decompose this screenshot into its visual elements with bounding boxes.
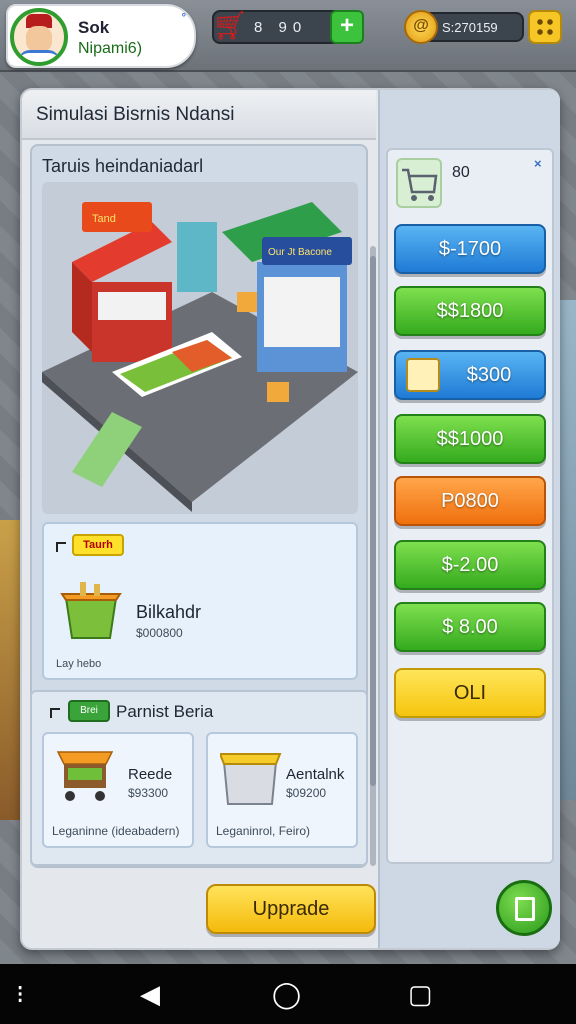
item-footer: Lay hebo [56,658,102,670]
nav-back-icon[interactable]: ◀ [140,980,160,1008]
partner-1-name: Reede [128,766,173,783]
add-cart-button[interactable]: + [330,10,364,44]
shop-button-6[interactable]: $-2.00 [394,540,546,590]
item-price: $000800 [136,626,183,640]
partner-badge: Brei [68,700,110,722]
coin-icon: @ [404,10,438,44]
partner-title: Parnist Beria [116,702,214,721]
partner-card-2[interactable]: Aentalnk $09200 Leganinrol, Feiro) [206,732,358,848]
dialog-title: Simulasi Bisrnis Ndansi [36,104,235,125]
partner-2-price: $09200 [286,786,327,800]
shop-button-1[interactable]: $-1700 [394,224,546,274]
shop-button-4[interactable]: $$1000 [394,414,546,464]
shop-button-7[interactable]: $ 8.00 [394,602,546,652]
shop-close-icon[interactable]: × [534,156,542,171]
supply-box-icon [218,748,282,808]
corner-bracket-icon [50,708,60,718]
avatar-shirt [18,50,60,62]
business-simulation-dialog: Simulasi Bisrnis Ndansi × Taruis heindan… [20,88,560,950]
partner-section: Brei Parnist Beria Reede $93300 Leganinn… [30,690,368,866]
shop-button-8[interactable]: OLI [394,668,546,718]
item-badge: Taurh [72,534,124,556]
shopping-cart-icon: 🛒︎ [212,10,248,41]
shop-button-2[interactable]: $$1800 [394,286,546,336]
right-stall-sign: Our Jt Bacone [268,247,332,258]
item-card[interactable]: Taurh Bilkahdr $000800 Lay hebo [42,522,358,680]
player-profile-card[interactable]: Sok Nipami6) ° [6,4,196,68]
dialog-header: Simulasi Bisrnis Ndansi [22,90,376,140]
system-nav-bar: ⁝ ◀ ◯ ▢ [0,964,576,1024]
shop-button-3[interactable]: $300 [394,350,546,400]
shop-button-5[interactable]: P0800 [394,476,546,526]
shop-column: 80 × $-1700 $$1800 $300 $$1000 P0800 $-2… [378,90,560,948]
coin-counter-value: S:270159 [442,20,498,35]
shop-panel: 80 × $-1700 $$1800 $300 $$1000 P0800 $-2… [386,148,554,864]
nav-home-icon[interactable]: ◯ [272,980,301,1008]
upgrade-button[interactable]: Upprade [206,884,376,934]
shop-cart-thumbnail[interactable] [396,158,442,208]
grid-dots-icon [537,19,553,35]
nav-recents-icon[interactable]: ▢ [408,980,433,1008]
panel-scrollbar[interactable] [370,246,376,866]
partner-2-footer: Leganinrol, Feiro) [216,824,311,838]
section-title: Taruis heindaniadarl [42,156,204,176]
shopping-cart-icon [402,168,438,201]
coin-counter: @ S:270159 [404,10,524,44]
player-name: Sok [78,18,110,37]
avatar-face [26,26,52,52]
corner-bracket-icon [56,542,66,552]
cart-counter: 🛒︎ 8 90 + [212,10,364,44]
menu-button[interactable] [528,10,562,44]
shop-button-3-label: $300 [466,364,512,386]
box-icon [406,358,440,392]
shop-cart-count: 80 [452,164,470,181]
store-illustration: Tand Our Jt Bacone [42,202,358,512]
partner-card-1[interactable]: Reede $93300 Leganinne (ideabadern) [42,732,194,848]
player-subtitle: Nipami6) [78,40,143,57]
top-bar: Sok Nipami6) ° 🛒︎ 8 90 + @ S:270159 [0,0,576,72]
player-avatar[interactable] [10,8,68,66]
market-cart-icon [54,746,116,806]
nav-menu-icon[interactable]: ⁝ [16,980,24,1008]
document-icon [515,897,535,921]
confirm-button[interactable] [496,880,552,936]
cart-counter-value: 8 90 [254,19,308,36]
left-stall-sign: Tand [92,213,116,225]
produce-crate-icon [60,580,122,640]
scrollbar-thumb[interactable] [370,256,376,786]
item-name: Bilkahdr [136,602,202,622]
store-scene-image: Tand Our Jt Bacone [42,182,358,514]
partner-2-name: Aentalnk [286,766,345,783]
profile-indicator: ° [181,12,186,24]
partner-1-footer: Leganinne (ideabadern) [52,824,180,838]
partner-1-price: $93300 [128,786,169,800]
